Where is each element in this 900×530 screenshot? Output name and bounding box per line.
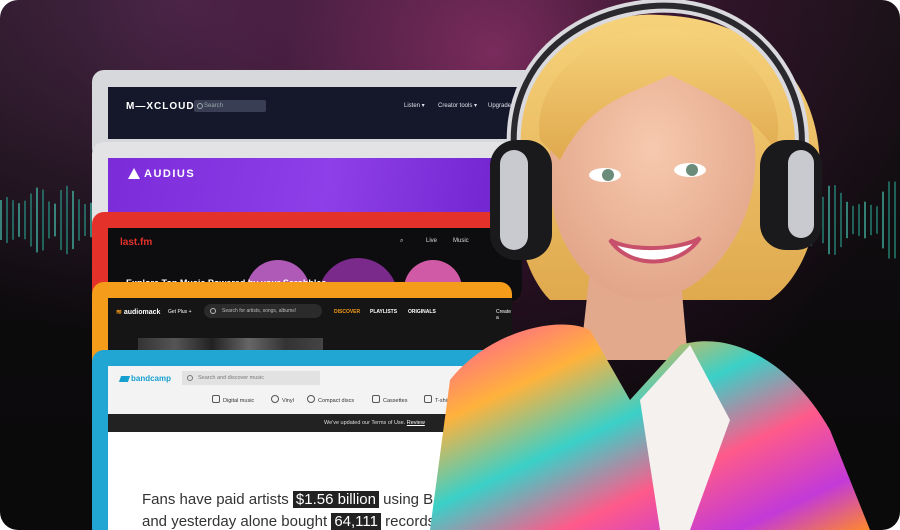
audius-triangle-icon <box>128 168 140 179</box>
waveform-bar <box>36 187 38 253</box>
woman-with-headphones-photo <box>430 0 870 530</box>
audiomack-nav-discover[interactable]: DISCOVER <box>334 309 360 315</box>
hero-image: M—XCLOUD Search Listen ▾ Creator tools ▾… <box>0 0 900 530</box>
cassette-icon <box>372 395 380 403</box>
bandcamp-search-placeholder: Search and discover music <box>198 375 265 381</box>
waveform-bar <box>30 193 32 247</box>
waveform-bar <box>48 201 50 239</box>
mixcloud-search-placeholder: Search <box>204 103 224 109</box>
search-icon[interactable]: ⌕ <box>400 238 403 245</box>
audiomack-get-plus-button[interactable]: Get Plus + <box>168 309 191 315</box>
waveform-bar <box>54 203 56 237</box>
waveform-bar <box>84 203 86 237</box>
waveform-bar <box>24 200 26 240</box>
bandcamp-search-input[interactable]: Search and discover music <box>182 371 320 385</box>
waveform-bar <box>18 203 20 237</box>
terms-notice-text: We've updated our Terms of Use. <box>324 420 406 426</box>
lastfm-logo: last.fm <box>120 237 153 248</box>
mixcloud-search-input[interactable]: Search <box>194 100 266 112</box>
audiomack-search-placeholder: Search for artists, songs, albums! <box>222 308 297 314</box>
waveform-bar <box>42 189 44 251</box>
waveform-bar <box>12 200 14 240</box>
waveform-bar <box>60 189 62 251</box>
search-icon <box>197 103 203 109</box>
cd-icon <box>307 395 315 403</box>
waveform-bar <box>78 199 80 241</box>
waveform-bar <box>66 185 68 255</box>
search-icon <box>210 308 216 314</box>
count-highlight: 64,111 <box>331 513 381 530</box>
category-cassettes[interactable]: Cassettes <box>372 395 407 404</box>
audiomack-logo: ≋ audiomack <box>116 309 161 316</box>
waveform-bar <box>0 200 2 240</box>
bandcamp-logo: bandcamp <box>118 374 171 383</box>
category-compact-discs[interactable]: Compact discs <box>307 395 354 404</box>
audiomack-nav-playlists[interactable]: PLAYLISTS <box>370 309 397 315</box>
waveform-bar <box>6 197 8 243</box>
audiomack-search-input[interactable]: Search for artists, songs, albums! <box>204 304 322 318</box>
bandcamp-logo-icon <box>118 375 131 382</box>
bandcamp-hero-text: Fans have paid artists $1.56 billion usi… <box>142 491 450 530</box>
terms-review-link[interactable]: Review <box>407 420 425 426</box>
category-vinyl[interactable]: Vinyl <box>271 395 294 404</box>
mixcloud-nav-listen[interactable]: Listen ▾ <box>404 102 425 109</box>
category-digital-music[interactable]: Digital music <box>212 395 254 404</box>
audius-logo: AUDIUS <box>128 168 195 180</box>
digital-music-icon <box>212 395 220 403</box>
amount-highlight: $1.56 billion <box>292 491 379 508</box>
waveform-bar <box>72 190 74 250</box>
search-icon <box>187 375 193 381</box>
vinyl-icon <box>271 395 279 403</box>
mixcloud-logo: M—XCLOUD <box>126 101 195 112</box>
